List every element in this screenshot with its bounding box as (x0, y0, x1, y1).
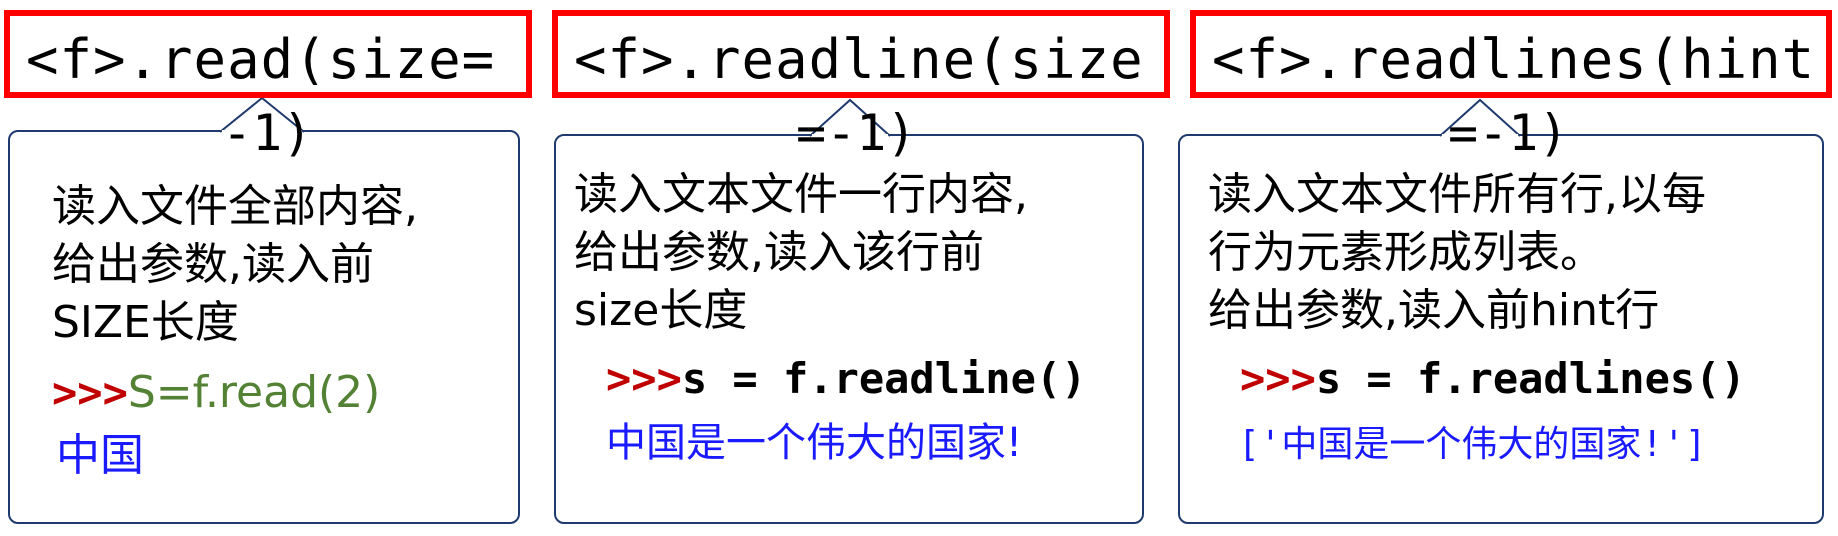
title-readlines: <f>.readlines(hint (1212, 28, 1816, 91)
code-line-readlines: >>>s = f.readlines() (1240, 354, 1746, 404)
description-line: 给出参数,读入前hint行 (1208, 285, 1660, 336)
code-statement: s = f.readlines() (1315, 354, 1746, 403)
description-line: 读入文本文件所有行,以每 (1208, 169, 1706, 220)
prompt-marker: >>> (1240, 354, 1316, 403)
description-readlines: 读入文本文件所有行,以每 行为元素形成列表。 给出参数,读入前hint行 (1208, 166, 1706, 340)
title-box-readlines: <f>.readlines(hint (1190, 10, 1832, 98)
description-line: 行为元素形成列表。 (1208, 227, 1604, 278)
output-readlines: ['中国是一个伟大的国家!'] (1238, 424, 1707, 465)
title-continuation-readlines: =-1) (1448, 104, 1569, 162)
